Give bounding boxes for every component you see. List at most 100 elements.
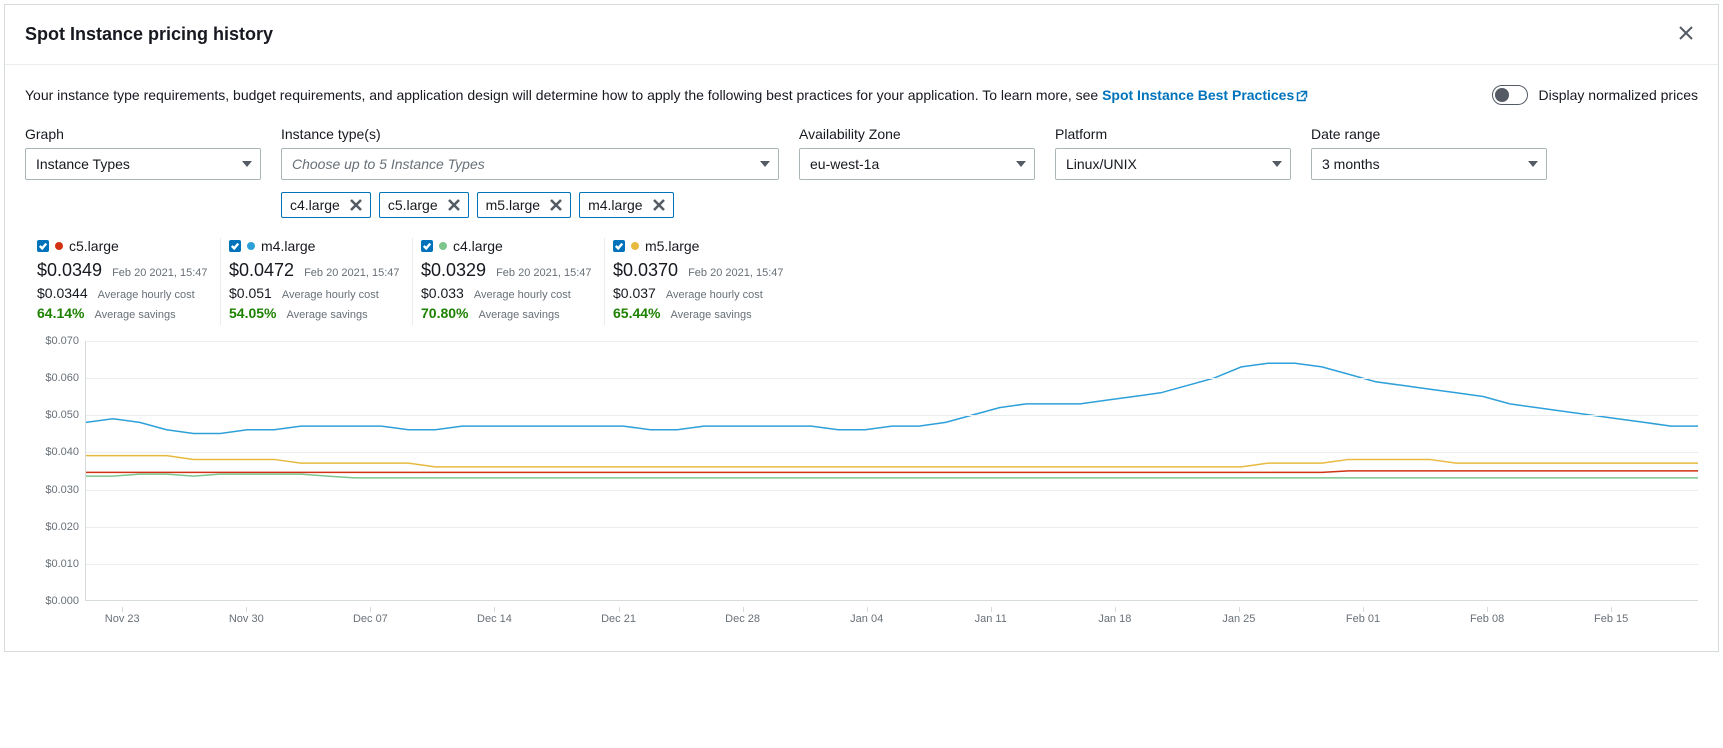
chip-m5-large: m5.large bbox=[477, 192, 571, 218]
chip-label: c5.large bbox=[388, 197, 438, 213]
avg-price-label: Average hourly cost bbox=[474, 289, 571, 301]
filter-date-range: Date range 3 months bbox=[1311, 126, 1547, 180]
y-axis: $0.000$0.010$0.020$0.030$0.040$0.050$0.0… bbox=[25, 341, 83, 601]
y-tick-label: $0.020 bbox=[45, 521, 79, 533]
legend-cards: c5.large$0.0349Feb 20 2021, 15:47$0.0344… bbox=[25, 238, 1698, 325]
x-tick-mark bbox=[1363, 607, 1364, 612]
x-tick-label: Feb 01 bbox=[1346, 613, 1380, 625]
avg-price: $0.051 bbox=[229, 285, 272, 301]
normalized-prices-toggle-wrap: Display normalized prices bbox=[1492, 85, 1698, 105]
chevron-down-icon bbox=[760, 156, 770, 172]
date-range-select[interactable]: 3 months bbox=[1311, 148, 1547, 180]
x-tick-mark bbox=[867, 607, 868, 612]
instance-types-select[interactable]: Choose up to 5 Instance Types bbox=[281, 148, 779, 180]
chevron-down-icon bbox=[1016, 156, 1026, 172]
y-tick-label: $0.040 bbox=[45, 446, 79, 458]
x-axis: Nov 23Nov 30Dec 07Dec 14Dec 21Dec 28Jan … bbox=[85, 607, 1698, 631]
grid-line bbox=[86, 341, 1698, 342]
x-tick-label: Nov 30 bbox=[229, 613, 264, 625]
x-tick-mark bbox=[246, 607, 247, 612]
filter-graph: Graph Instance Types bbox=[25, 126, 261, 180]
y-tick-label: $0.050 bbox=[45, 409, 79, 421]
y-tick-label: $0.000 bbox=[45, 595, 79, 607]
modal-title: Spot Instance pricing history bbox=[25, 24, 273, 45]
legend-card-m4-large: m4.large$0.0472Feb 20 2021, 15:47$0.051A… bbox=[229, 238, 413, 325]
series-color-dot bbox=[247, 242, 255, 250]
series-checkbox[interactable] bbox=[229, 240, 241, 252]
chip-label: c4.large bbox=[290, 197, 340, 213]
graph-select[interactable]: Instance Types bbox=[25, 148, 261, 180]
x-tick-label: Jan 18 bbox=[1098, 613, 1131, 625]
series-name: m5.large bbox=[645, 238, 699, 254]
grid-line bbox=[86, 415, 1698, 416]
chart-lines bbox=[86, 341, 1698, 600]
graph-select-value: Instance Types bbox=[36, 156, 130, 172]
chevron-down-icon bbox=[1272, 156, 1282, 172]
external-link-icon bbox=[1296, 90, 1308, 102]
filter-az: Availability Zone eu-west-1a bbox=[799, 126, 1035, 180]
chevron-down-icon bbox=[1528, 156, 1538, 172]
date-value: 3 months bbox=[1322, 156, 1380, 172]
chip-remove-icon[interactable] bbox=[350, 199, 362, 211]
series-checkbox[interactable] bbox=[37, 240, 49, 252]
chip-label: m4.large bbox=[588, 197, 642, 213]
modal-header: Spot Instance pricing history bbox=[5, 5, 1718, 65]
x-tick-mark bbox=[122, 607, 123, 612]
x-tick-label: Jan 25 bbox=[1222, 613, 1255, 625]
filter-platform: Platform Linux/UNIX bbox=[1055, 126, 1291, 180]
avg-price-label: Average hourly cost bbox=[666, 289, 763, 301]
platform-value: Linux/UNIX bbox=[1066, 156, 1137, 172]
series-name: c4.large bbox=[453, 238, 503, 254]
price-timestamp: Feb 20 2021, 15:47 bbox=[496, 267, 591, 279]
x-tick-mark bbox=[1115, 607, 1116, 612]
x-tick-mark bbox=[991, 607, 992, 612]
avg-savings: 70.80% bbox=[421, 305, 468, 321]
legend-card-c5-large: c5.large$0.0349Feb 20 2021, 15:47$0.0344… bbox=[37, 238, 221, 325]
x-tick-label: Jan 04 bbox=[850, 613, 883, 625]
intro-text-body: Your instance type requirements, budget … bbox=[25, 87, 1102, 103]
az-value: eu-west-1a bbox=[810, 156, 879, 172]
series-checkbox[interactable] bbox=[421, 240, 433, 252]
close-button[interactable] bbox=[1674, 21, 1698, 48]
grid-line bbox=[86, 490, 1698, 491]
avg-price: $0.037 bbox=[613, 285, 656, 301]
series-name: m4.large bbox=[261, 238, 315, 254]
az-select[interactable]: eu-west-1a bbox=[799, 148, 1035, 180]
filter-platform-label: Platform bbox=[1055, 126, 1291, 142]
intro-row: Your instance type requirements, budget … bbox=[25, 85, 1698, 106]
current-price: $0.0472 bbox=[229, 260, 294, 281]
series-color-dot bbox=[55, 242, 63, 250]
types-placeholder: Choose up to 5 Instance Types bbox=[292, 156, 485, 172]
chip-c4-large: c4.large bbox=[281, 192, 371, 218]
toggle-label: Display normalized prices bbox=[1538, 87, 1698, 103]
normalized-prices-toggle[interactable] bbox=[1492, 85, 1528, 105]
current-price: $0.0349 bbox=[37, 260, 102, 281]
legend-card-m5-large: m5.large$0.0370Feb 20 2021, 15:47$0.037A… bbox=[613, 238, 797, 325]
x-tick-mark bbox=[1239, 607, 1240, 612]
grid-line bbox=[86, 564, 1698, 565]
grid-line bbox=[86, 452, 1698, 453]
filter-date-label: Date range bbox=[1311, 126, 1547, 142]
x-tick-label: Jan 11 bbox=[975, 613, 1007, 625]
filter-graph-label: Graph bbox=[25, 126, 261, 142]
x-tick-label: Dec 28 bbox=[725, 613, 760, 625]
y-tick-label: $0.070 bbox=[45, 335, 79, 347]
series-name: c5.large bbox=[69, 238, 119, 254]
series-line-m5-large bbox=[86, 456, 1698, 467]
series-color-dot bbox=[439, 242, 447, 250]
chip-remove-icon[interactable] bbox=[653, 199, 665, 211]
chip-remove-icon[interactable] bbox=[550, 199, 562, 211]
plot-area bbox=[85, 341, 1698, 601]
legend-card-c4-large: c4.large$0.0329Feb 20 2021, 15:47$0.033A… bbox=[421, 238, 605, 325]
x-tick-mark bbox=[370, 607, 371, 612]
series-checkbox[interactable] bbox=[613, 240, 625, 252]
chip-remove-icon[interactable] bbox=[448, 199, 460, 211]
grid-line bbox=[86, 378, 1698, 379]
price-timestamp: Feb 20 2021, 15:47 bbox=[112, 267, 207, 279]
best-practices-link[interactable]: Spot Instance Best Practices bbox=[1102, 87, 1308, 103]
chip-c5-large: c5.large bbox=[379, 192, 469, 218]
avg-price-label: Average hourly cost bbox=[98, 289, 195, 301]
modal-body: Your instance type requirements, budget … bbox=[5, 65, 1718, 651]
platform-select[interactable]: Linux/UNIX bbox=[1055, 148, 1291, 180]
chip-label: m5.large bbox=[486, 197, 540, 213]
